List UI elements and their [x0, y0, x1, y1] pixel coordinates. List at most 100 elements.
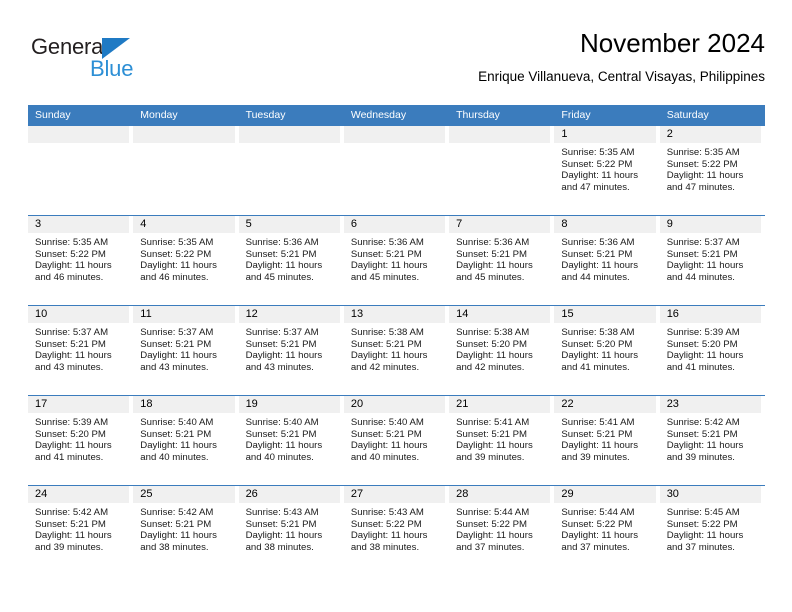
month-calendar: Sunday Monday Tuesday Wednesday Thursday…: [28, 105, 765, 575]
day-sun-info: Sunrise: 5:42 AM Sunset: 5:21 PM Daylight:…: [133, 503, 234, 553]
sunrise-text: Sunrise: 5:42 AM: [666, 417, 740, 428]
sunrise-text: Sunrise: 5:43 AM: [245, 507, 319, 518]
day-number: 12: [238, 306, 340, 323]
calendar-day-cell[interactable]: 19 Sunrise: 5:40 AM Sunset: 5:21 PM Dayligh…: [238, 395, 344, 486]
day-cell-inner: 8 Sunrise: 5:36 AM Sunset: 5:21 PM Daylight…: [554, 216, 659, 305]
day-number: 16: [659, 306, 761, 323]
calendar-day-cell[interactable]: 8 Sunrise: 5:36 AM Sunset: 5:21 PM Daylight…: [554, 215, 660, 306]
day-sun-info: Sunrise: 5:38 AM Sunset: 5:20 PM Daylight:…: [449, 323, 550, 373]
calendar-day-cell[interactable]: 24 Sunrise: 5:42 AM Sunset: 5:21 PM Dayligh…: [28, 485, 134, 575]
day-number: 21: [449, 396, 551, 413]
sunrise-text: Sunrise: 5:43 AM: [350, 507, 424, 518]
day-cell-inner: 1 Sunrise: 5:35 AM Sunset: 5:22 PM Daylight…: [554, 126, 659, 215]
day-number: 18: [133, 396, 235, 413]
sunset-text: Sunset: 5:21 PM: [245, 518, 317, 530]
calendar-day-cell[interactable]: 23 Sunrise: 5:42 AM Sunset: 5:21 PM Dayligh…: [659, 395, 765, 486]
sunset-text: Sunset: 5:22 PM: [561, 518, 633, 530]
calendar-day-cell[interactable]: 15 Sunrise: 5:38 AM Sunset: 5:20 PM Dayligh…: [554, 305, 660, 396]
sunrise-text: Sunrise: 5:36 AM: [456, 237, 530, 248]
calendar-day-cell[interactable]: 12 Sunrise: 5:37 AM Sunset: 5:21 PM Dayligh…: [238, 305, 344, 396]
weekday-header-sunday: Sunday: [28, 105, 134, 126]
day-cell-inner: 17 Sunrise: 5:39 AM Sunset: 5:20 PM Dayligh…: [28, 396, 133, 485]
day-cell-inner: [133, 126, 238, 215]
sunset-text: Sunset: 5:21 PM: [245, 428, 317, 440]
sunrise-text: Sunrise: 5:39 AM: [35, 417, 109, 428]
calendar-day-cell[interactable]: 11 Sunrise: 5:37 AM Sunset: 5:21 PM Dayligh…: [133, 305, 239, 396]
calendar-day-cell[interactable]: 29 Sunrise: 5:44 AM Sunset: 5:22 PM Dayligh…: [554, 485, 660, 575]
calendar-day-cell[interactable]: 1 Sunrise: 5:35 AM Sunset: 5:22 PM Daylight…: [554, 125, 660, 216]
calendar-day-cell[interactable]: 20 Sunrise: 5:40 AM Sunset: 5:21 PM Dayligh…: [343, 395, 450, 486]
calendar-day-cell[interactable]: 16 Sunrise: 5:39 AM Sunset: 5:20 PM Dayligh…: [659, 305, 765, 396]
sunset-text: Sunset: 5:21 PM: [245, 338, 317, 350]
calendar-day-cell[interactable]: 14 Sunrise: 5:38 AM Sunset: 5:20 PM Dayligh…: [449, 305, 555, 396]
calendar-day-cell[interactable]: 4 Sunrise: 5:35 AM Sunset: 5:22 PM Daylight…: [133, 215, 239, 306]
calendar-day-cell[interactable]: 6 Sunrise: 5:36 AM Sunset: 5:21 PM Daylight…: [343, 215, 450, 306]
day-number: 10: [28, 306, 130, 323]
sunrise-text: Sunrise: 5:37 AM: [666, 237, 740, 248]
calendar-day-cell[interactable]: 30 Sunrise: 5:45 AM Sunset: 5:22 PM Dayligh…: [659, 485, 765, 575]
day-cell-inner: 12 Sunrise: 5:37 AM Sunset: 5:21 PM Dayligh…: [238, 306, 344, 395]
day-sun-info: Sunrise: 5:43 AM Sunset: 5:21 PM Daylight:…: [239, 503, 340, 553]
day-cell-inner: 22 Sunrise: 5:41 AM Sunset: 5:21 PM Dayligh…: [554, 396, 659, 485]
calendar-day-cell[interactable]: 2 Sunrise: 5:35 AM Sunset: 5:22 PM Daylight…: [659, 125, 765, 216]
sunset-text: Sunset: 5:22 PM: [666, 158, 738, 170]
calendar-day-cell[interactable]: 17 Sunrise: 5:39 AM Sunset: 5:20 PM Dayligh…: [28, 395, 134, 486]
calendar-day-cell[interactable]: 27 Sunrise: 5:43 AM Sunset: 5:22 PM Dayligh…: [343, 485, 450, 575]
calendar-day-cell[interactable]: 28 Sunrise: 5:44 AM Sunset: 5:22 PM Dayligh…: [449, 485, 555, 575]
day-number: [28, 126, 130, 143]
day-number: 9: [659, 216, 761, 233]
calendar-day-cell[interactable]: 26 Sunrise: 5:43 AM Sunset: 5:21 PM Dayligh…: [238, 485, 344, 575]
calendar-day-cell-empty: [133, 125, 239, 216]
sunrise-text: Sunrise: 5:42 AM: [140, 507, 214, 518]
daylight-text: Daylight: 11 hours and 40 minutes.: [245, 440, 323, 463]
day-sun-info: Sunrise: 5:43 AM Sunset: 5:22 PM Daylight:…: [344, 503, 445, 553]
sunrise-text: Sunrise: 5:37 AM: [35, 327, 109, 338]
sunrise-text: Sunrise: 5:38 AM: [350, 327, 424, 338]
day-sun-info: Sunrise: 5:35 AM Sunset: 5:22 PM Daylight:…: [28, 233, 129, 283]
day-cell-inner: 2 Sunrise: 5:35 AM Sunset: 5:22 PM Daylight…: [659, 126, 765, 215]
calendar-week-row: 10 Sunrise: 5:37 AM Sunset: 5:21 PM Dayligh…: [28, 305, 765, 396]
calendar-day-cell[interactable]: 25 Sunrise: 5:42 AM Sunset: 5:21 PM Dayligh…: [133, 485, 239, 575]
day-cell-inner: 5 Sunrise: 5:36 AM Sunset: 5:21 PM Daylight…: [238, 216, 344, 305]
day-number: 2: [659, 126, 761, 143]
calendar-day-cell[interactable]: 3 Sunrise: 5:35 AM Sunset: 5:22 PM Daylight…: [28, 215, 134, 306]
calendar-day-cell[interactable]: 18 Sunrise: 5:40 AM Sunset: 5:21 PM Dayligh…: [133, 395, 239, 486]
logo-text-blue: Blue: [90, 56, 134, 81]
day-cell-inner: 11 Sunrise: 5:37 AM Sunset: 5:21 PM Dayligh…: [133, 306, 238, 395]
day-sun-info: Sunrise: 5:36 AM Sunset: 5:21 PM Daylight:…: [554, 233, 655, 283]
day-number: 1: [554, 126, 656, 143]
day-cell-inner: 21 Sunrise: 5:41 AM Sunset: 5:21 PM Dayligh…: [449, 396, 554, 485]
day-cell-inner: 14 Sunrise: 5:38 AM Sunset: 5:20 PM Dayligh…: [449, 306, 554, 395]
day-number: 20: [343, 396, 446, 413]
daylight-text: Daylight: 11 hours and 45 minutes.: [456, 260, 533, 283]
page-header: General Blue November 2024 Enrique Villa…: [28, 26, 765, 100]
sunrise-text: Sunrise: 5:39 AM: [666, 327, 740, 338]
sunrise-text: Sunrise: 5:37 AM: [140, 327, 214, 338]
calendar-day-cell[interactable]: 21 Sunrise: 5:41 AM Sunset: 5:21 PM Dayligh…: [449, 395, 555, 486]
day-number: [133, 126, 235, 143]
calendar-day-cell[interactable]: 13 Sunrise: 5:38 AM Sunset: 5:21 PM Dayligh…: [343, 305, 450, 396]
calendar-day-cell[interactable]: 10 Sunrise: 5:37 AM Sunset: 5:21 PM Dayligh…: [28, 305, 134, 396]
daylight-text: Daylight: 11 hours and 39 minutes.: [35, 530, 112, 553]
sunset-text: Sunset: 5:21 PM: [456, 428, 528, 440]
daylight-text: Daylight: 11 hours and 41 minutes.: [666, 350, 744, 373]
calendar-day-cell[interactable]: 22 Sunrise: 5:41 AM Sunset: 5:21 PM Dayligh…: [554, 395, 660, 486]
daylight-text: Daylight: 11 hours and 37 minutes.: [666, 530, 744, 553]
day-number: 28: [449, 486, 551, 503]
calendar-day-cell[interactable]: 9 Sunrise: 5:37 AM Sunset: 5:21 PM Daylight…: [659, 215, 765, 306]
daylight-text: Daylight: 11 hours and 37 minutes.: [561, 530, 639, 553]
calendar-day-cell[interactable]: 5 Sunrise: 5:36 AM Sunset: 5:21 PM Daylight…: [238, 215, 344, 306]
day-number: 24: [28, 486, 130, 503]
sunrise-text: Sunrise: 5:37 AM: [245, 327, 319, 338]
day-number: 11: [133, 306, 235, 323]
day-number: 6: [343, 216, 446, 233]
day-number: 15: [554, 306, 656, 323]
day-number: [449, 126, 551, 143]
day-sun-info: Sunrise: 5:40 AM Sunset: 5:21 PM Daylight:…: [239, 413, 340, 463]
day-sun-info: Sunrise: 5:38 AM Sunset: 5:20 PM Daylight:…: [554, 323, 655, 373]
calendar-day-cell[interactable]: 7 Sunrise: 5:36 AM Sunset: 5:21 PM Daylight…: [449, 215, 555, 306]
daylight-text: Daylight: 11 hours and 38 minutes.: [245, 530, 323, 553]
daylight-text: Daylight: 11 hours and 38 minutes.: [140, 530, 217, 553]
day-number: 23: [659, 396, 761, 413]
day-number: [238, 126, 340, 143]
